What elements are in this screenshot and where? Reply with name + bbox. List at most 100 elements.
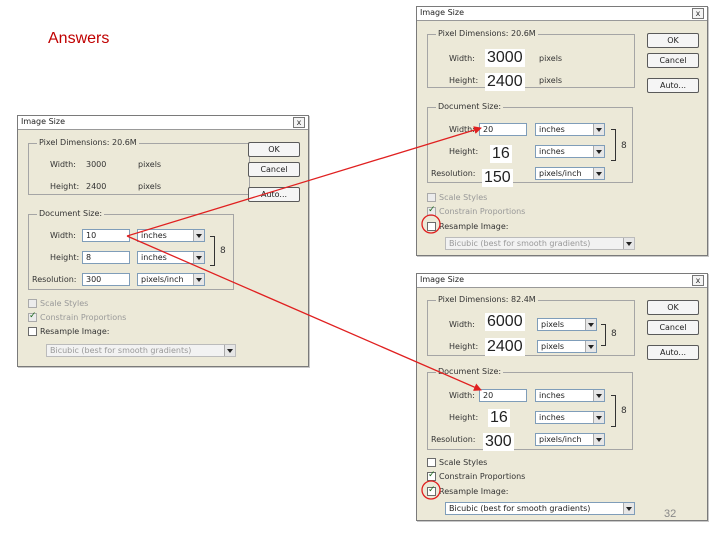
pixel-dimensions-size: 20.6M <box>510 29 536 38</box>
resolution-label: Resolution: <box>431 169 476 178</box>
chevron-down-icon <box>623 503 634 514</box>
dialog-title: Image Size <box>420 8 465 17</box>
dialog-title: Image Size <box>420 275 465 284</box>
px-height-unit: pixels <box>138 182 162 191</box>
pixel-dimensions-label: Pixel Dimensions: <box>39 138 110 147</box>
scale-styles-label: Scale Styles <box>439 193 488 202</box>
answer-doc-height-top: 16 <box>490 145 512 163</box>
dialog-title: Image Size <box>21 117 66 126</box>
cancel-button[interactable]: Cancel <box>647 320 699 335</box>
chevron-down-icon <box>623 238 634 249</box>
document-size-label: Document Size: <box>37 209 105 218</box>
image-size-dialog-left: Image Size x Pixel Dimensions: 20.6M Wid… <box>17 115 309 367</box>
constrain-proportions-label: Constrain Proportions <box>439 207 526 216</box>
constrain-proportions-checkbox[interactable] <box>427 470 436 481</box>
px-height-unit-select[interactable]: pixels <box>537 340 597 353</box>
px-height-label: Height: <box>50 182 80 191</box>
doc-height-input[interactable]: 8 <box>82 251 130 264</box>
cancel-button[interactable]: Cancel <box>647 53 699 68</box>
answer-px-height-bottom: 2400 <box>485 338 525 356</box>
answer-px-width-bottom: 6000 <box>485 313 525 331</box>
answer-px-height-top: 2400 <box>485 73 525 91</box>
doc-height-label: Height: <box>50 253 80 262</box>
resolution-unit-select[interactable]: pixels/inch <box>535 167 605 180</box>
px-height-label: Height: <box>449 342 479 351</box>
close-icon[interactable]: x <box>293 117 305 128</box>
resample-image-label: Resample Image: <box>40 327 110 336</box>
resample-method-select[interactable]: Bicubic (best for smooth gradients) <box>46 344 236 357</box>
doc-width-input[interactable]: 10 <box>82 229 130 242</box>
doc-width-input[interactable]: 20 <box>479 123 527 136</box>
resample-image-checkbox[interactable] <box>427 222 436 231</box>
scale-styles-label: Scale Styles <box>439 458 488 467</box>
resample-image-label: Resample Image: <box>439 487 509 496</box>
doc-width-label: Width: <box>449 391 475 400</box>
ok-button[interactable]: OK <box>647 33 699 48</box>
chevron-down-icon <box>193 230 204 241</box>
doc-width-unit-select[interactable]: inches <box>535 389 605 402</box>
resolution-input[interactable]: 300 <box>82 273 130 286</box>
constrain-bracket <box>611 395 616 427</box>
scale-styles-checkbox[interactable] <box>427 458 436 467</box>
resolution-label: Resolution: <box>431 435 476 444</box>
answer-resolution-bottom: 300 <box>483 433 514 451</box>
chevron-down-icon <box>585 319 596 330</box>
doc-height-label: Height: <box>449 413 479 422</box>
close-icon[interactable]: x <box>692 8 704 19</box>
dialog-titlebar: Image Size x <box>417 7 707 21</box>
resample-image-checkbox[interactable] <box>28 327 37 336</box>
resample-image-checkbox[interactable] <box>427 485 436 496</box>
chevron-down-icon <box>224 345 235 356</box>
chain-link-icon: 8 <box>621 406 627 416</box>
resample-method-select[interactable]: Bicubic (best for smooth gradients) <box>445 237 635 250</box>
ok-button[interactable]: OK <box>248 142 300 157</box>
px-width-value: 3000 <box>86 160 107 169</box>
doc-width-label: Width: <box>449 125 475 134</box>
chevron-down-icon <box>593 434 604 445</box>
pixel-dimensions-label: Pixel Dimensions: <box>438 29 509 38</box>
doc-height-unit-select[interactable]: inches <box>535 411 605 424</box>
chevron-down-icon <box>193 274 204 285</box>
resample-image-label: Resample Image: <box>439 222 509 231</box>
constrain-proportions-checkbox[interactable] <box>427 205 436 216</box>
pixel-dimensions-size: 20.6M <box>111 138 137 147</box>
chevron-down-icon <box>593 124 604 135</box>
cancel-button[interactable]: Cancel <box>248 162 300 177</box>
chevron-down-icon <box>593 390 604 401</box>
doc-height-label: Height: <box>449 147 479 156</box>
px-width-label: Width: <box>50 160 76 169</box>
resolution-label: Resolution: <box>32 275 77 284</box>
answer-resolution-top: 150 <box>482 169 513 187</box>
close-icon[interactable]: x <box>692 275 704 286</box>
auto-button[interactable]: Auto... <box>248 187 300 202</box>
chain-link-icon: 8 <box>621 141 627 151</box>
chevron-down-icon <box>593 146 604 157</box>
px-height-label: Height: <box>449 76 479 85</box>
pixel-dimensions-size: 82.4M <box>510 295 536 304</box>
chevron-down-icon <box>585 341 596 352</box>
auto-button[interactable]: Auto... <box>647 345 699 360</box>
dialog-titlebar: Image Size x <box>18 116 308 130</box>
px-width-unit: pixels <box>539 54 563 63</box>
ok-button[interactable]: OK <box>647 300 699 315</box>
chevron-down-icon <box>593 168 604 179</box>
doc-width-unit-select[interactable]: inches <box>137 229 205 242</box>
chevron-down-icon <box>593 412 604 423</box>
doc-height-unit-select[interactable]: inches <box>535 145 605 158</box>
constrain-proportions-label: Constrain Proportions <box>439 472 526 481</box>
scale-styles-checkbox[interactable] <box>28 299 37 308</box>
scale-styles-label: Scale Styles <box>40 299 89 308</box>
answer-px-width-top: 3000 <box>485 49 525 67</box>
resample-method-select[interactable]: Bicubic (best for smooth gradients) <box>445 502 635 515</box>
auto-button[interactable]: Auto... <box>647 78 699 93</box>
page-number: 32 <box>664 508 677 520</box>
resolution-unit-select[interactable]: pixels/inch <box>535 433 605 446</box>
resolution-unit-select[interactable]: pixels/inch <box>137 273 205 286</box>
px-width-unit-select[interactable]: pixels <box>537 318 597 331</box>
constrain-proportions-checkbox[interactable] <box>28 311 37 322</box>
doc-width-input[interactable]: 20 <box>479 389 527 402</box>
scale-styles-checkbox[interactable] <box>427 193 436 202</box>
doc-height-unit-select[interactable]: inches <box>137 251 205 264</box>
doc-width-unit-select[interactable]: inches <box>535 123 605 136</box>
doc-width-label: Width: <box>50 231 76 240</box>
